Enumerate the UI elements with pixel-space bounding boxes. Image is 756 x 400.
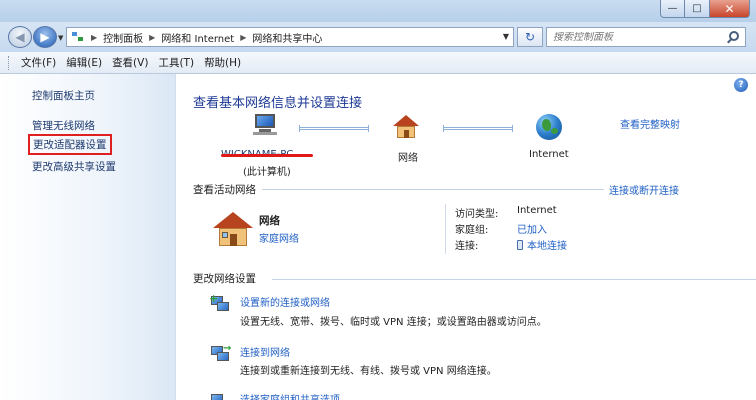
address-bar[interactable]: ▶ 控制面板 ▶ 网络和 Internet ▶ 网络和共享中心 ▼ xyxy=(66,27,514,47)
minimize-icon: — xyxy=(667,3,678,14)
menu-view[interactable]: 查看(V) xyxy=(112,55,148,70)
home-network-icon[interactable] xyxy=(213,212,253,248)
search-icon[interactable] xyxy=(729,31,739,41)
network-label: 网络 xyxy=(398,153,418,164)
ethernet-icon xyxy=(517,240,523,250)
homegroup-options-link[interactable]: 选择家庭组和共享选项 xyxy=(240,391,340,400)
active-network-name: 网络 xyxy=(259,215,280,227)
search-box[interactable] xyxy=(546,27,746,47)
redaction-mark xyxy=(221,154,313,157)
computer-icon[interactable] xyxy=(251,114,279,136)
connect-disconnect-link[interactable]: 连接或断开连接 xyxy=(609,182,679,197)
breadcrumb-network-internet[interactable]: 网络和 Internet xyxy=(161,30,234,45)
local-connection-link[interactable]: 本地连接 xyxy=(517,237,567,252)
forward-button[interactable]: ▶ xyxy=(33,26,57,48)
setup-new-connection-link[interactable]: 设置新的连接或网络 xyxy=(240,294,330,309)
menu-grip xyxy=(8,55,11,70)
forward-arrow-icon: ▶ xyxy=(40,30,50,44)
back-arrow-icon: ◀ xyxy=(15,30,25,44)
menu-tools[interactable]: 工具(T) xyxy=(158,55,194,70)
homegroup-label: 家庭组: xyxy=(455,225,489,236)
refresh-button[interactable]: ↻ xyxy=(517,27,543,47)
sidebar-item-advanced-sharing[interactable]: 更改高级共享设置 xyxy=(32,159,116,174)
connection-label: 连接: xyxy=(455,241,479,252)
breadcrumb-control-panel[interactable]: 控制面板 xyxy=(103,30,143,45)
computer-sublabel: (此计算机) xyxy=(243,167,291,178)
menu-help[interactable]: 帮助(H) xyxy=(204,55,241,70)
minimize-button[interactable]: — xyxy=(660,0,685,18)
recent-pages-dropdown[interactable]: ▼ xyxy=(58,34,63,42)
homegroup-options-icon[interactable] xyxy=(211,392,231,400)
connection-line xyxy=(299,125,369,132)
breadcrumb-sharing-center[interactable]: 网络和共享中心 xyxy=(252,30,322,45)
control-panel-icon xyxy=(71,31,85,43)
address-row: ◀ ▶ ▼ ▶ 控制面板 ▶ 网络和 Internet ▶ 网络和共享中心 ▼ … xyxy=(0,22,756,52)
close-button[interactable]: ✕ xyxy=(710,0,750,18)
refresh-icon: ↻ xyxy=(524,30,536,44)
internet-globe-icon[interactable] xyxy=(536,114,562,140)
help-icon[interactable]: ? xyxy=(734,78,748,92)
back-button[interactable]: ◀ xyxy=(8,26,32,48)
new-connection-icon[interactable]: + xyxy=(209,292,231,312)
network-type-link[interactable]: 家庭网络 xyxy=(259,230,299,245)
full-map-link[interactable]: 查看完整映射 xyxy=(620,116,680,131)
computer-name: WICKNAME-PC xyxy=(221,149,313,160)
title-bar: — □ ✕ xyxy=(0,0,756,22)
maximize-icon: □ xyxy=(692,3,702,14)
access-type-label: 访问类型: xyxy=(455,209,499,220)
access-type-value: Internet xyxy=(517,205,557,216)
connect-to-network-icon[interactable]: → xyxy=(211,343,231,362)
close-icon: ✕ xyxy=(724,1,735,16)
address-dropdown-icon[interactable]: ▼ xyxy=(503,32,509,41)
page-title: 查看基本网络信息并设置连接 xyxy=(193,96,363,111)
internet-label: Internet xyxy=(529,149,569,160)
maximize-button[interactable]: □ xyxy=(685,0,710,18)
connect-to-network-link[interactable]: 连接到网络 xyxy=(240,344,290,359)
left-task-pane: 控制面板主页 管理无线网络 更改适配器设置 更改高级共享设置 xyxy=(0,74,176,400)
menu-file[interactable]: 文件(F) xyxy=(21,55,56,70)
change-settings-header: 更改网络设置 xyxy=(193,273,256,285)
section-divider xyxy=(272,279,756,280)
menu-bar: 文件(F) 编辑(E) 查看(V) 工具(T) 帮助(H) xyxy=(0,52,756,74)
setup-new-connection-desc: 设置无线、宽带、拨号、临时或 VPN 连接；或设置路由器或访问点。 xyxy=(240,317,547,328)
breadcrumb-separator-icon[interactable]: ▶ xyxy=(149,33,155,42)
active-networks-header: 查看活动网络 xyxy=(193,184,256,196)
network-house-icon[interactable] xyxy=(393,115,419,139)
menu-edit[interactable]: 编辑(E) xyxy=(66,55,102,70)
local-connection-text: 本地连接 xyxy=(527,241,567,252)
sidebar-item-change-adapter-settings[interactable]: 更改适配器设置 xyxy=(28,134,112,155)
connect-to-network-desc: 连接到或重新连接到无线、有线、拨号或 VPN 网络连接。 xyxy=(240,366,497,377)
breadcrumb-separator-icon[interactable]: ▶ xyxy=(91,33,97,42)
breadcrumb-separator-icon[interactable]: ▶ xyxy=(240,33,246,42)
connection-line xyxy=(443,125,513,132)
search-input[interactable] xyxy=(553,31,723,43)
section-divider xyxy=(262,189,604,190)
main-content: ? 查看基本网络信息并设置连接 查看完整映射 WICKNAME-PC (此计算机… xyxy=(177,74,756,400)
vertical-divider xyxy=(445,204,446,254)
sidebar-item-control-panel-home[interactable]: 控制面板主页 xyxy=(32,88,95,103)
homegroup-link[interactable]: 已加入 xyxy=(517,221,547,236)
sidebar-item-manage-wireless[interactable]: 管理无线网络 xyxy=(32,118,95,133)
